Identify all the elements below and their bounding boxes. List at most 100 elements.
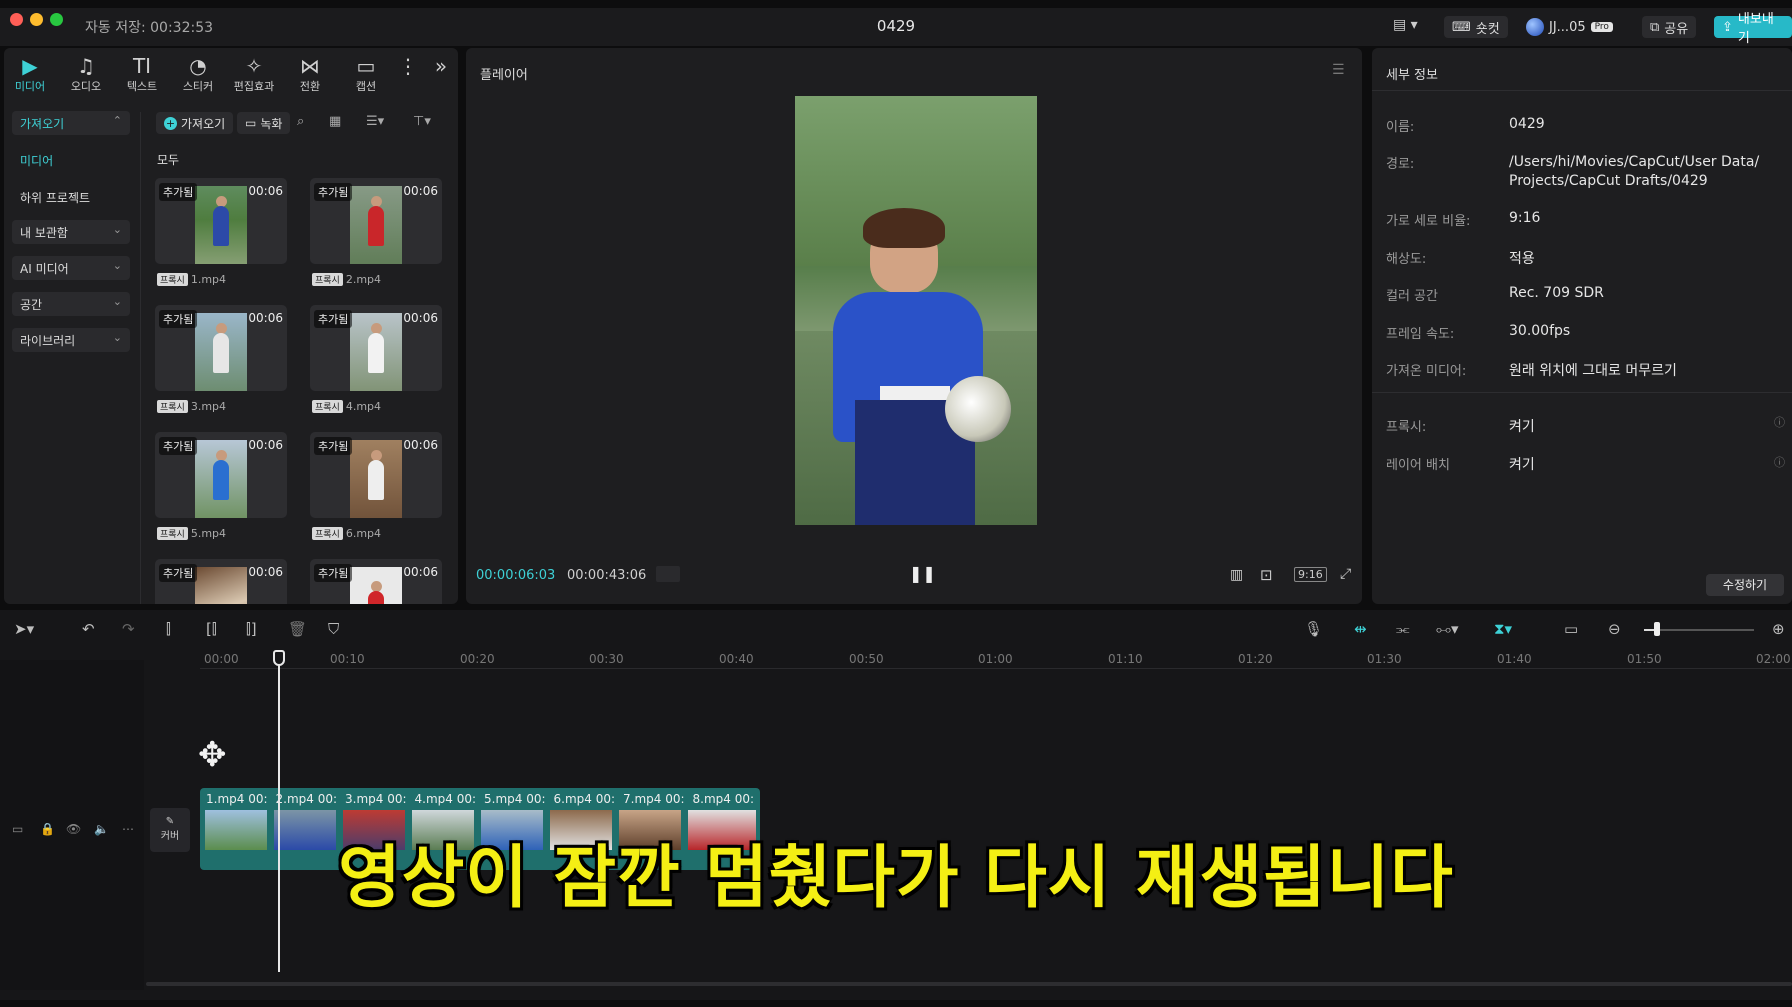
timecode-grid-icon bbox=[656, 566, 680, 582]
player-title: 플레이어 bbox=[480, 68, 528, 83]
imported-media-value: 원래 위치에 그대로 머무르기 bbox=[1509, 363, 1677, 379]
total-time: 00:00:43:06 bbox=[567, 568, 647, 583]
media-thumbnail-6[interactable]: 추가됨 00:06 bbox=[310, 432, 442, 518]
trim-left-icon[interactable]: [⫿ bbox=[206, 620, 217, 638]
account-button[interactable]: JJ...05 Pro bbox=[1518, 16, 1621, 38]
caption-track-icon[interactable]: ▭ bbox=[1564, 620, 1578, 638]
added-badge: 추가됨 bbox=[314, 310, 353, 328]
microphone-icon[interactable]: 🎙 bbox=[1304, 620, 1323, 638]
tab-effects[interactable]: ✧ 편집효과 bbox=[228, 54, 280, 94]
menu-icon[interactable]: ☰ bbox=[1332, 62, 1345, 78]
player-figure bbox=[213, 460, 229, 500]
delete-icon[interactable]: 🗑 bbox=[288, 620, 307, 638]
zoom-in-icon[interactable]: ⊕ bbox=[1772, 620, 1785, 638]
ruler-line bbox=[200, 668, 1792, 669]
redo-icon[interactable]: ↷ bbox=[122, 620, 135, 638]
ruler-label: 00:10 bbox=[330, 652, 365, 666]
tab-text[interactable]: TI 텍스트 bbox=[116, 54, 168, 94]
media-thumbnail-4[interactable]: 추가됨 00:06 bbox=[310, 305, 442, 391]
tab-media[interactable]: ▶ 미디어 bbox=[4, 54, 56, 94]
media-thumbnail-1[interactable]: 추가됨 00:06 bbox=[155, 178, 287, 264]
clip-label: 7.mp4 00: bbox=[623, 792, 685, 806]
info-icon[interactable]: ⓘ bbox=[1774, 454, 1785, 470]
caption-icon: ▭ bbox=[356, 54, 376, 78]
media-icon: ▶ bbox=[22, 54, 38, 78]
clip-label: 5.mp4 00: bbox=[484, 792, 546, 806]
main-track-magnet-icon[interactable]: ⇹ bbox=[1354, 620, 1367, 638]
sidebar-item-media[interactable]: 미디어 bbox=[12, 148, 130, 172]
zoom-slider[interactable] bbox=[1644, 629, 1754, 631]
current-time: 00:00:06:03 bbox=[476, 568, 556, 583]
trim-right-icon[interactable]: ⫿] bbox=[246, 620, 257, 638]
media-label-1: 프록시 1.mp4 bbox=[157, 273, 226, 286]
shield-icon[interactable]: ⛉ bbox=[328, 620, 339, 638]
link-icon[interactable]: ⧟▾ bbox=[1436, 620, 1459, 638]
screenshot-icon[interactable]: ⊡ bbox=[1260, 566, 1273, 584]
tab-more-partial[interactable]: ⋮ bbox=[398, 54, 418, 78]
soccer-ball bbox=[945, 376, 1011, 442]
tab-audio[interactable]: ♫ 오디오 bbox=[60, 54, 112, 94]
timeline-scrollbar[interactable] bbox=[146, 982, 1792, 986]
added-badge: 추가됨 bbox=[314, 564, 353, 582]
split-icon[interactable]: ⫿ bbox=[166, 620, 171, 638]
tab-sticker[interactable]: ◔ 스티커 bbox=[172, 54, 224, 94]
snap-icon[interactable]: ⫘ bbox=[1396, 620, 1410, 638]
name-label: 이름: bbox=[1386, 120, 1415, 135]
chevron-down-icon: ⌄ bbox=[112, 223, 122, 236]
proxy-badge: 프록시 bbox=[312, 273, 343, 286]
file-name: 5.mp4 bbox=[190, 527, 227, 540]
modify-button[interactable]: 수정하기 bbox=[1706, 574, 1784, 596]
record-button[interactable]: ▭ 녹화 bbox=[237, 112, 291, 134]
expand-tabs-button[interactable]: » bbox=[424, 54, 458, 78]
media-thumbnail-5[interactable]: 추가됨 00:06 bbox=[155, 432, 287, 518]
media-thumbnail-2[interactable]: 추가됨 00:06 bbox=[310, 178, 442, 264]
sidebar-item-subproject[interactable]: 하위 프로젝트 bbox=[12, 185, 130, 209]
search-icon[interactable]: ⌕ bbox=[297, 114, 304, 129]
export-button[interactable]: ⇪ 내보내기 bbox=[1714, 12, 1792, 46]
playhead-line[interactable] bbox=[278, 660, 280, 972]
ruler-label: 00:30 bbox=[589, 652, 624, 666]
preview-axis-icon[interactable]: ⧗▾ bbox=[1494, 620, 1512, 638]
move-cursor-icon: ✥ bbox=[198, 735, 227, 775]
grid-view-icon[interactable]: ▦ bbox=[329, 114, 341, 129]
layout-icon[interactable]: ▤ ▾ bbox=[1393, 17, 1418, 33]
media-thumbnail-3[interactable]: 추가됨 00:06 bbox=[155, 305, 287, 391]
playhead-handle[interactable] bbox=[273, 650, 285, 666]
sidebar-item-library[interactable]: 라이브러리 ⌄ bbox=[12, 328, 130, 352]
media-thumbnail-8[interactable]: 추가됨 00:06 bbox=[310, 559, 442, 604]
file-name: 4.mp4 bbox=[345, 400, 382, 413]
pause-button[interactable]: ❚❚ bbox=[909, 564, 936, 583]
fullscreen-icon[interactable]: ⤢ bbox=[1340, 566, 1351, 582]
tab-caption[interactable]: ▭ 캡션 bbox=[340, 54, 392, 94]
media-thumbnail-7[interactable]: 추가됨 00:06 bbox=[155, 559, 287, 604]
partial-icon: ⋮ bbox=[398, 54, 418, 78]
zoom-slider-handle[interactable] bbox=[1654, 622, 1660, 636]
share-button[interactable]: ⧉ 공유 bbox=[1642, 16, 1697, 38]
sidebar-item-import[interactable]: 가져오기 ⌃ bbox=[12, 111, 130, 135]
ruler-label: 01:00 bbox=[978, 652, 1013, 666]
ruler-label: 01:50 bbox=[1627, 652, 1662, 666]
sort-icon[interactable]: ☰▾ bbox=[366, 114, 384, 129]
audio-icon: ♫ bbox=[77, 54, 95, 78]
select-cursor-icon[interactable]: ➤▾ bbox=[14, 620, 34, 638]
info-icon[interactable]: ⓘ bbox=[1774, 414, 1785, 430]
ruler-label: 01:30 bbox=[1367, 652, 1402, 666]
thumbnail-image bbox=[195, 567, 247, 604]
shortcut-button[interactable]: ⌨ 숏컷 bbox=[1444, 16, 1508, 38]
undo-icon[interactable]: ↶ bbox=[82, 620, 95, 638]
zoom-out-icon[interactable]: ⊖ bbox=[1608, 620, 1621, 638]
keyboard-icon: ⌨ bbox=[1452, 19, 1471, 35]
aspect-value: 9:16 bbox=[1509, 210, 1541, 226]
tab-transition[interactable]: ⋈ 전환 bbox=[284, 54, 336, 94]
sidebar-item-my-storage[interactable]: 내 보관함 ⌄ bbox=[12, 220, 130, 244]
chart-icon[interactable]: ▥ bbox=[1230, 567, 1243, 583]
import-button[interactable]: + 가져오기 bbox=[156, 112, 234, 134]
filter-icon[interactable]: ⊤▾ bbox=[413, 114, 431, 129]
sidebar-item-space[interactable]: 공간 ⌄ bbox=[12, 292, 130, 316]
sidebar-item-ai-media[interactable]: AI 미디어 ⌄ bbox=[12, 256, 130, 280]
transition-icon: ⋈ bbox=[300, 54, 320, 78]
video-preview[interactable] bbox=[795, 96, 1037, 525]
proxy-badge: 프록시 bbox=[157, 400, 188, 413]
ratio-button[interactable]: 9:16 bbox=[1294, 567, 1327, 582]
player-belt bbox=[880, 386, 950, 400]
